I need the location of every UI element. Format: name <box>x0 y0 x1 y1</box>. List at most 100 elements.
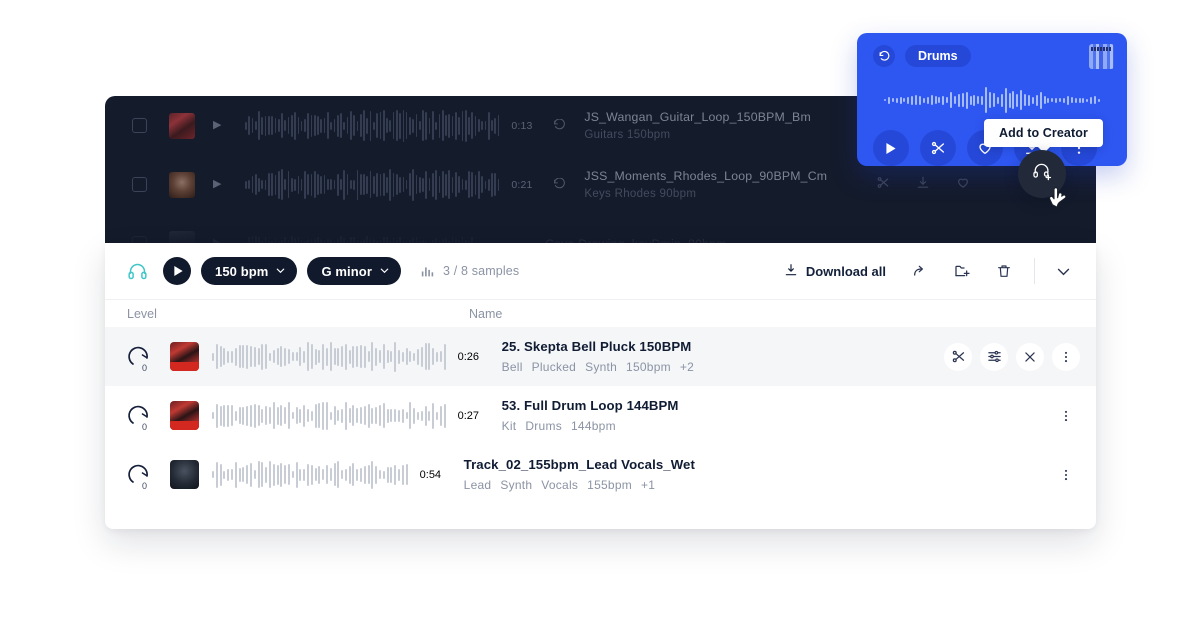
row-artwork <box>169 230 195 243</box>
column-header-name: Name <box>469 306 503 321</box>
row-checkbox[interactable] <box>132 177 147 192</box>
share-button[interactable] <box>912 263 928 279</box>
level-knob[interactable]: 0 <box>127 344 157 373</box>
tag: Lead <box>463 478 492 492</box>
row-checkbox[interactable] <box>132 236 147 243</box>
loop-icon[interactable] <box>553 178 566 191</box>
track-artwork <box>170 342 199 371</box>
tag: Drums <box>525 419 562 433</box>
play-button[interactable] <box>163 257 191 285</box>
level-knob[interactable]: 0 <box>127 403 157 432</box>
waveform[interactable] <box>245 227 474 243</box>
creator-card-header: Drums <box>857 33 1127 79</box>
track-artwork <box>170 460 199 489</box>
waveform[interactable] <box>212 398 446 434</box>
key-selector[interactable]: G minor <box>307 257 401 285</box>
track-meta: 53. Full Drum Loop 144BPM Kit Drums 144b… <box>502 398 679 433</box>
table-row[interactable]: 0 0:27 53. Full Drum Loop 144BPM Kit Dru… <box>105 386 1096 445</box>
tag: 144bpm <box>570 419 616 433</box>
collapse-panel-button[interactable] <box>1055 263 1072 280</box>
more-icon[interactable] <box>1052 461 1080 489</box>
more-icon[interactable] <box>1052 402 1080 430</box>
levels-icon <box>421 265 434 278</box>
waveform[interactable] <box>245 168 500 202</box>
column-header-level: Level <box>127 306 157 321</box>
toolbar-divider <box>1034 258 1035 284</box>
tag: Kit <box>501 419 517 433</box>
loop-icon[interactable] <box>553 119 566 132</box>
row-meta: JS_Wangan_Guitar_Loop_150BPM_Bm Guitars … <box>584 110 811 141</box>
row-actions <box>876 175 1010 194</box>
row-artwork <box>169 112 195 139</box>
row-duration: 0:13 <box>511 119 533 132</box>
stem-split-icon[interactable] <box>920 130 956 166</box>
undo-icon[interactable] <box>873 45 895 67</box>
download-all-label: Download all <box>805 263 886 279</box>
table-row[interactable]: 0 0:54 Track_02_155bpm_Lead Vocals_Wet L… <box>105 445 1096 504</box>
track-tags: Kit Drums 144bpm <box>502 419 679 433</box>
category-chip[interactable]: Drums <box>905 45 971 67</box>
screen-root: ▶ 0:13 JS_Wangan_Guitar_Loop_150BPM_Bm G… <box>0 0 1200 627</box>
row-tags: Keys Rhodes 90bpm <box>584 188 697 200</box>
stem-split-icon[interactable] <box>944 342 972 371</box>
track-tags: Lead Synth Vocals 155bpm +1 <box>464 478 695 492</box>
tag: Plucked <box>531 360 577 374</box>
chevron-down-icon <box>379 264 390 279</box>
tag: Synth <box>500 478 533 492</box>
sample-pack-panel: 150 bpm G minor 3 / 8 samples Download a… <box>105 243 1096 529</box>
mixer-icon[interactable] <box>980 342 1008 371</box>
chevron-down-icon <box>275 264 286 279</box>
row-tags: Guitars 150bpm <box>584 129 671 141</box>
waveform[interactable] <box>212 457 408 493</box>
hand-cursor-icon <box>1048 186 1070 217</box>
track-tags: Bell Plucked Synth 150bpm +2 <box>502 360 694 374</box>
waveform[interactable] <box>245 109 500 143</box>
bpm-value: 150 bpm <box>215 263 269 279</box>
tooltip: Add to Creator <box>984 119 1103 153</box>
row-checkbox[interactable] <box>132 118 147 133</box>
dark-list-row[interactable]: ▶ Cave Drawing_keyDmin_80bpm <box>105 214 1096 243</box>
track-artwork <box>170 401 199 430</box>
headphones-plus-icon <box>1031 161 1053 188</box>
row-title: JSS_Moments_Rhodes_Loop_90BPM_Cm <box>584 169 828 183</box>
heart-icon[interactable] <box>956 175 970 194</box>
track-meta: Track_02_155bpm_Lead Vocals_Wet Lead Syn… <box>464 457 695 492</box>
album-art-thumbnail <box>1089 43 1114 69</box>
add-to-folder-button[interactable] <box>954 263 970 279</box>
level-value: 0 <box>142 480 148 491</box>
bpm-selector[interactable]: 150 bpm <box>201 257 298 285</box>
track-duration: 0:27 <box>457 409 480 422</box>
track-title: 53. Full Drum Loop 144BPM <box>501 398 679 413</box>
level-value: 0 <box>142 421 148 432</box>
download-all-button[interactable]: Download all <box>784 263 886 280</box>
track-meta: 25. Skepta Bell Pluck 150BPM Bell Plucke… <box>502 339 694 374</box>
level-knob[interactable]: 0 <box>127 462 157 491</box>
play-icon[interactable]: ▶ <box>213 120 231 131</box>
tooltip-label: Add to Creator <box>999 126 1088 140</box>
play-icon[interactable]: ▶ <box>213 179 231 190</box>
download-icon[interactable] <box>916 175 930 194</box>
delete-button[interactable] <box>996 263 1012 279</box>
waveform[interactable] <box>212 339 446 375</box>
row-artwork <box>169 171 195 198</box>
tag: Vocals <box>541 478 579 492</box>
level-value: 0 <box>142 362 148 373</box>
row-meta: JSS_Moments_Rhodes_Loop_90BPM_Cm Keys Rh… <box>584 169 827 200</box>
headphones-icon <box>127 261 148 282</box>
tag: 150bpm <box>626 360 671 374</box>
play-button[interactable] <box>873 130 909 166</box>
row-duration: 0:21 <box>511 178 533 191</box>
waveform[interactable] <box>857 83 1127 117</box>
row-actions <box>944 342 1080 371</box>
add-to-creator-icon[interactable] <box>996 175 1010 194</box>
stem-split-icon[interactable] <box>876 175 890 194</box>
tag-overflow: +2 <box>679 360 695 374</box>
more-icon[interactable] <box>1052 342 1080 371</box>
close-icon[interactable] <box>1016 342 1044 371</box>
table-row[interactable]: 0 0:26 25. Skepta Bell Pluck 150BPM Bell… <box>105 327 1096 386</box>
track-duration: 0:54 <box>419 468 442 481</box>
track-title: Track_02_155bpm_Lead Vocals_Wet <box>463 457 695 472</box>
row-actions <box>1052 461 1080 489</box>
download-icon <box>784 263 798 280</box>
row-actions <box>1052 402 1080 430</box>
